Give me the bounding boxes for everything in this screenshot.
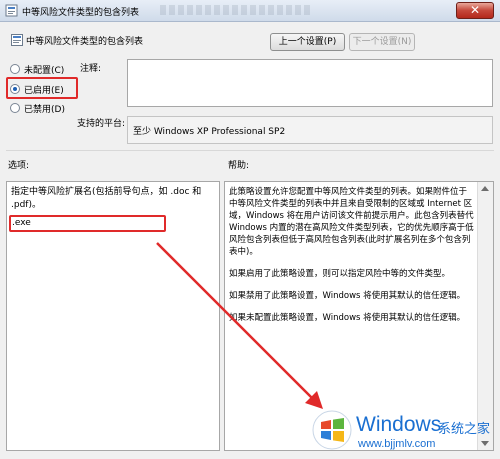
windows-logo-icon <box>312 410 352 450</box>
watermark-url: www.bjjmlv.com <box>358 438 436 450</box>
annotation-arrow <box>156 242 323 409</box>
watermark-site-name: 系统之家 <box>438 422 491 437</box>
watermark-brand: Windows <box>356 413 442 436</box>
